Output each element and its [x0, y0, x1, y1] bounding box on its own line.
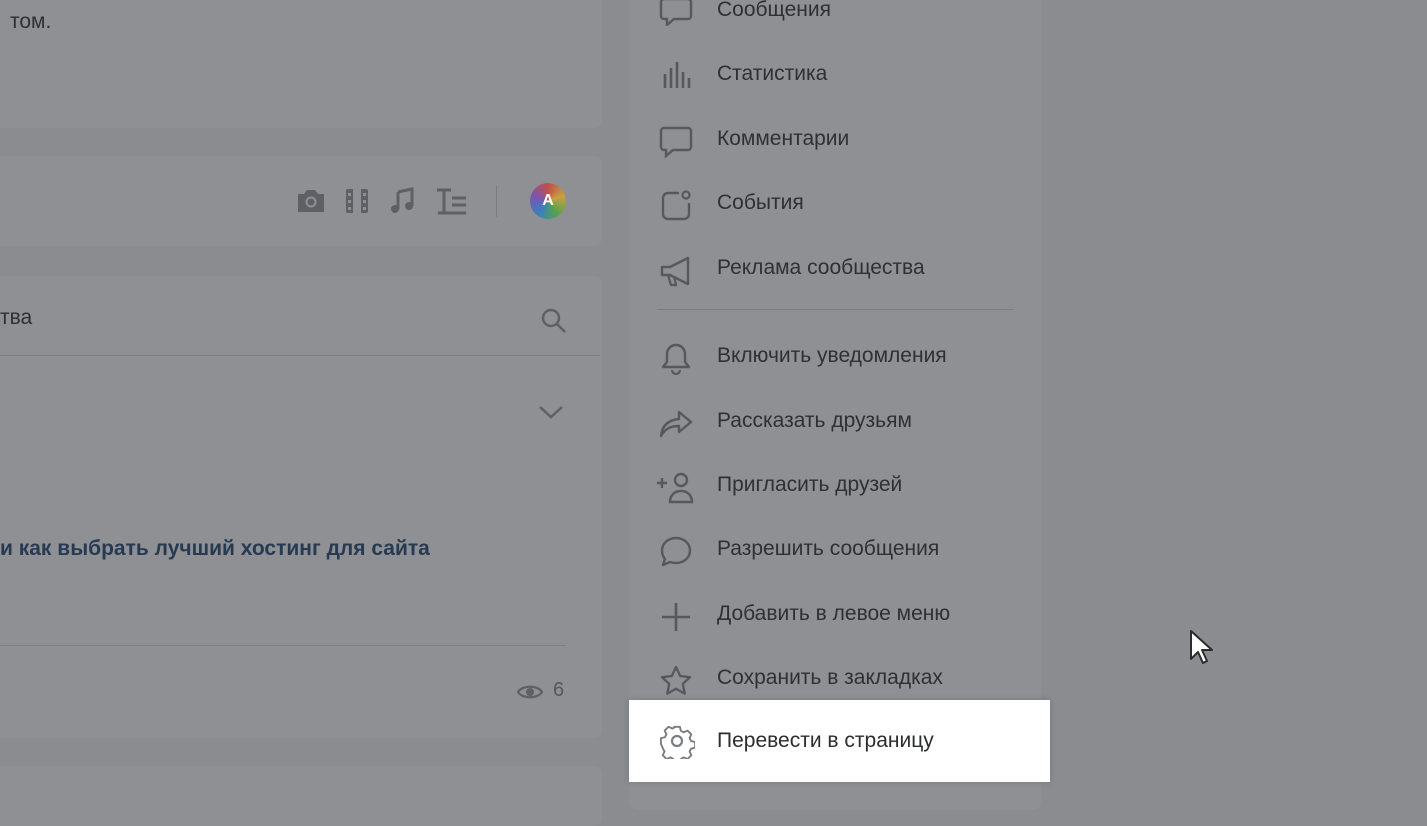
star-icon [659, 664, 693, 698]
menu-item-tell-friends[interactable]: Рассказать друзьям [629, 395, 1041, 447]
menu-item-comments[interactable]: Комментарии [629, 113, 1041, 165]
menu-item-messages[interactable]: Сообщения [629, 0, 1041, 36]
menu-item-label: Рассказать друзьям [717, 409, 912, 432]
menu-item-allow-messages[interactable]: Разрешить сообщения [629, 523, 1041, 575]
menu-item-label: Комментарии [717, 127, 850, 150]
post-title-link[interactable]: и как выбрать лучший хостинг для сайта [0, 537, 430, 561]
megaphone-icon [659, 254, 693, 288]
menu-item-label: Реклама сообщества [717, 256, 925, 279]
search-icon[interactable] [540, 307, 568, 335]
invite-user-icon [655, 471, 697, 505]
menu-item-events[interactable]: События [629, 177, 1041, 229]
community-actions-menu: Сообщения Статистика Комментарии События… [629, 0, 1041, 810]
menu-item-add-to-left-menu[interactable]: Добавить в левое меню [629, 588, 1041, 640]
next-card [0, 766, 602, 826]
menu-item-convert-to-page[interactable]: Перевести в страницу [629, 700, 1050, 782]
message-icon [659, 0, 693, 26]
composer-divider [496, 185, 497, 217]
music-icon[interactable] [388, 186, 416, 216]
statistics-icon [659, 60, 693, 90]
post-divider [0, 645, 566, 646]
menu-item-label: Включить уведомления [717, 344, 947, 367]
menu-item-label: Перевести в страницу [717, 729, 934, 752]
views-count: 6 [553, 679, 565, 701]
post-text-fragment: том. [10, 10, 52, 33]
post-card [0, 0, 602, 128]
menu-item-label: Пригласить друзей [717, 473, 903, 496]
share-icon [659, 407, 695, 441]
text-format-icon[interactable] [434, 186, 470, 216]
menu-item-label: Добавить в левое меню [717, 602, 951, 625]
gear-icon [659, 723, 695, 759]
search-label-fragment: тва [0, 306, 33, 329]
plus-icon [659, 600, 693, 634]
menu-item-label: События [717, 191, 804, 214]
menu-item-label: Сохранить в закладках [717, 666, 943, 689]
menu-item-enable-notifications[interactable]: Включить уведомления [629, 330, 1041, 382]
feed-divider [0, 355, 600, 356]
menu-item-invite-friends[interactable]: Пригласить друзей [629, 459, 1041, 511]
menu-item-label: Статистика [717, 62, 828, 85]
menu-item-statistics[interactable]: Статистика [629, 48, 1041, 100]
menu-item-save-bookmarks[interactable]: Сохранить в закладках [629, 652, 1041, 704]
eye-icon [516, 681, 544, 703]
menu-item-label: Разрешить сообщения [717, 537, 940, 560]
comments-icon [659, 125, 693, 159]
feed-card [0, 276, 602, 738]
video-icon[interactable] [343, 186, 371, 216]
chevron-down-icon[interactable] [538, 404, 564, 420]
events-icon [659, 189, 693, 223]
menu-item-community-ads[interactable]: Реклама сообщества [629, 242, 1041, 294]
avatar[interactable]: A [530, 183, 566, 219]
chat-bubble-icon [659, 535, 693, 569]
menu-item-label: Сообщения [717, 0, 831, 21]
mouse-cursor-icon [1189, 629, 1215, 670]
menu-divider [657, 309, 1013, 310]
camera-icon[interactable] [294, 186, 328, 216]
bell-icon [659, 342, 693, 376]
